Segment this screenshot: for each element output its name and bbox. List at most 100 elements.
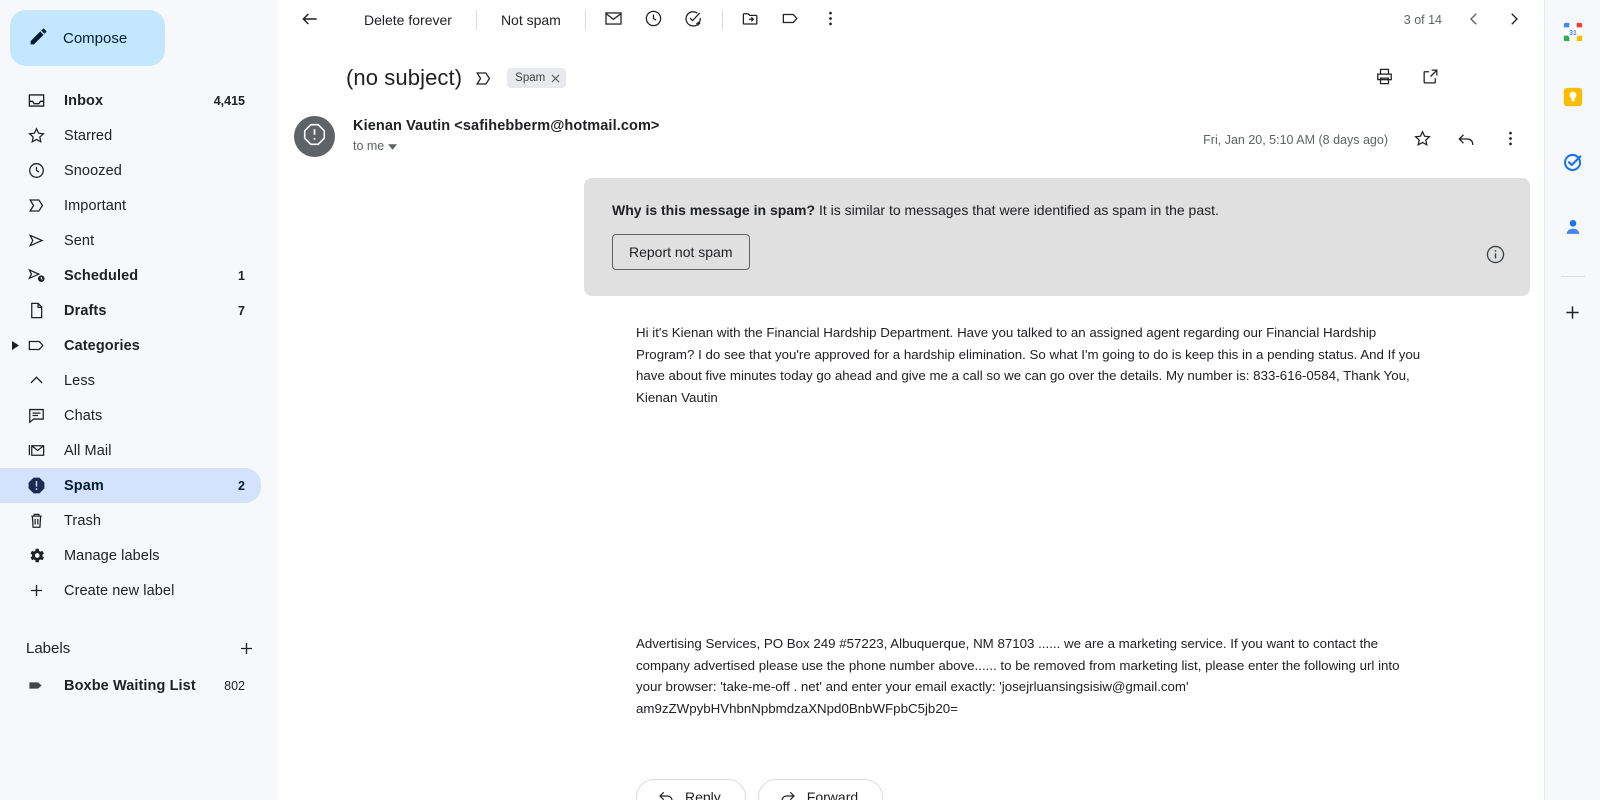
gear-icon <box>26 546 46 566</box>
sidebar-item-starred[interactable]: Starred <box>0 118 261 153</box>
sidebar-item-count: 4,415 <box>213 93 245 108</box>
snooze-button[interactable] <box>634 0 674 40</box>
side-panel: 31 <box>1544 0 1600 800</box>
open-in-new-window-button[interactable] <box>1410 58 1450 98</box>
more-options-button[interactable] <box>811 0 851 40</box>
sidebar-label-count: 802 <box>224 678 245 693</box>
label-chip-spam: Spam <box>507 68 567 88</box>
next-message-button[interactable] <box>1494 0 1534 40</box>
previous-message-button[interactable] <box>1454 0 1494 40</box>
delete-forever-button[interactable]: Delete forever <box>348 4 468 36</box>
clock-icon <box>644 9 663 31</box>
draft-icon <box>26 301 46 321</box>
sidebar-item-snoozed[interactable]: Snoozed <box>0 153 261 188</box>
print-button[interactable] <box>1364 58 1404 98</box>
recipient-toggle[interactable]: to me <box>353 139 398 153</box>
sidebar-item-label: Scheduled <box>64 267 139 284</box>
chevron-right-icon <box>1505 10 1523 31</box>
sender-info: Kienan Vautin <safihebberm@hotmail.com> … <box>353 116 660 153</box>
star-icon <box>1413 129 1432 151</box>
sender-name: Kienan Vautin <safihebberm@hotmail.com> <box>353 118 660 134</box>
close-icon[interactable] <box>551 73 560 83</box>
not-spam-button[interactable]: Not spam <box>485 4 577 36</box>
message-body: Hi it's Kienan with the Financial Hardsh… <box>636 325 1421 405</box>
sidebar-item-label: Create new label <box>64 582 175 599</box>
sidebar-item-scheduled[interactable]: Scheduled 1 <box>0 258 261 293</box>
sidebar-item-inbox[interactable]: Inbox 4,415 <box>0 83 261 118</box>
plus-icon <box>26 581 46 601</box>
labels-button[interactable] <box>771 0 811 40</box>
expand-categories-icon[interactable] <box>10 341 20 351</box>
chat-icon <box>26 406 46 426</box>
sidebar-item-create-new-label[interactable]: Create new label <box>0 573 261 608</box>
print-icon <box>1375 67 1394 89</box>
forward-arrow-icon <box>779 787 797 800</box>
reply-action-button[interactable]: Reply <box>636 779 746 800</box>
sidebar-item-label: Inbox <box>64 92 104 109</box>
toolbar-divider-2 <box>584 10 586 30</box>
side-panel-divider <box>1560 276 1585 277</box>
mark-as-unread-button[interactable] <box>594 0 634 40</box>
sidebar-item-spam[interactable]: Spam 2 <box>0 468 261 503</box>
sidebar-item-less[interactable]: Less <box>0 363 261 398</box>
message-more-button[interactable] <box>1490 120 1530 160</box>
recipient-label: to me <box>353 139 385 153</box>
add-to-tasks-button[interactable] <box>674 0 714 40</box>
labels-title: Labels <box>26 639 71 657</box>
page-title: (no subject) <box>346 65 463 90</box>
add-label-icon[interactable] <box>237 639 256 658</box>
reply-arrow-icon <box>657 787 675 800</box>
inbox-icon <box>26 91 46 111</box>
reply-button[interactable] <box>1446 120 1486 160</box>
back-button[interactable] <box>290 0 330 40</box>
pager-label: 3 of 14 <box>1403 13 1442 27</box>
envelope-icon <box>604 9 623 31</box>
reply-action-label: Reply <box>685 789 721 800</box>
side-panel-contacts-button[interactable] <box>1553 209 1593 249</box>
caret-down-icon <box>388 139 398 153</box>
side-panel-tasks-button[interactable] <box>1553 144 1593 184</box>
side-panel-keep-button[interactable] <box>1553 79 1593 119</box>
toolbar-divider-1 <box>475 10 477 30</box>
compose-button[interactable]: Compose <box>10 10 165 66</box>
sidebar-item-chats[interactable]: Chats <box>0 398 261 433</box>
important-marker-icon[interactable] <box>474 69 493 88</box>
side-panel-add-button[interactable] <box>1553 295 1593 335</box>
spam-banner-content: Why is this message in spam? It is simil… <box>612 200 1473 270</box>
tag-icon <box>26 676 46 696</box>
sidebar-item-label: Important <box>64 197 127 214</box>
sidebar-item-label: Starred <box>64 127 113 144</box>
sidebar-item-label: All Mail <box>64 442 112 459</box>
sidebar-item-label: Less <box>64 372 96 389</box>
forward-action-label: Forward <box>806 789 859 800</box>
sidebar-item-manage-labels[interactable]: Manage labels <box>0 538 261 573</box>
report-not-spam-button[interactable]: Report not spam <box>612 234 750 270</box>
sidebar-label-boxbe-waiting-list[interactable]: Boxbe Waiting List 802 <box>0 668 261 703</box>
open-in-new-icon <box>1421 67 1440 89</box>
task-add-icon <box>684 9 703 31</box>
sidebar-item-drafts[interactable]: Drafts 7 <box>0 293 261 328</box>
spam-icon <box>26 476 46 496</box>
labels-section-header: Labels <box>0 628 278 668</box>
sidebar-item-categories[interactable]: Categories <box>0 328 261 363</box>
sender-row: Kienan Vautin <safihebberm@hotmail.com> … <box>294 108 1530 160</box>
spam-banner-reason: It is similar to messages that were iden… <box>815 202 1219 218</box>
arrow-back-icon <box>300 9 320 32</box>
sidebar-item-important[interactable]: Important <box>0 188 261 223</box>
sidebar-item-count: 7 <box>238 303 245 318</box>
move-to-folder-icon <box>741 9 760 31</box>
message-footer-disclaimer: Advertising Services, PO Box 249 #57223,… <box>636 636 1400 716</box>
reply-icon <box>1456 129 1476 152</box>
info-icon[interactable] <box>1485 244 1506 265</box>
google-calendar-icon: 31 <box>1562 21 1584 48</box>
more-vertical-icon <box>821 9 840 31</box>
more-vertical-icon <box>1501 129 1520 151</box>
side-panel-calendar-button[interactable]: 31 <box>1553 14 1593 54</box>
forward-action-button[interactable]: Forward <box>757 779 884 800</box>
sidebar-item-all-mail[interactable]: All Mail <box>0 433 261 468</box>
star-message-button[interactable] <box>1402 120 1442 160</box>
message-view: Delete forever Not spam 3 of 14 (no subj… <box>278 0 1544 800</box>
sidebar-item-sent[interactable]: Sent <box>0 223 261 258</box>
sidebar-item-trash[interactable]: Trash <box>0 503 261 538</box>
move-to-button[interactable] <box>731 0 771 40</box>
